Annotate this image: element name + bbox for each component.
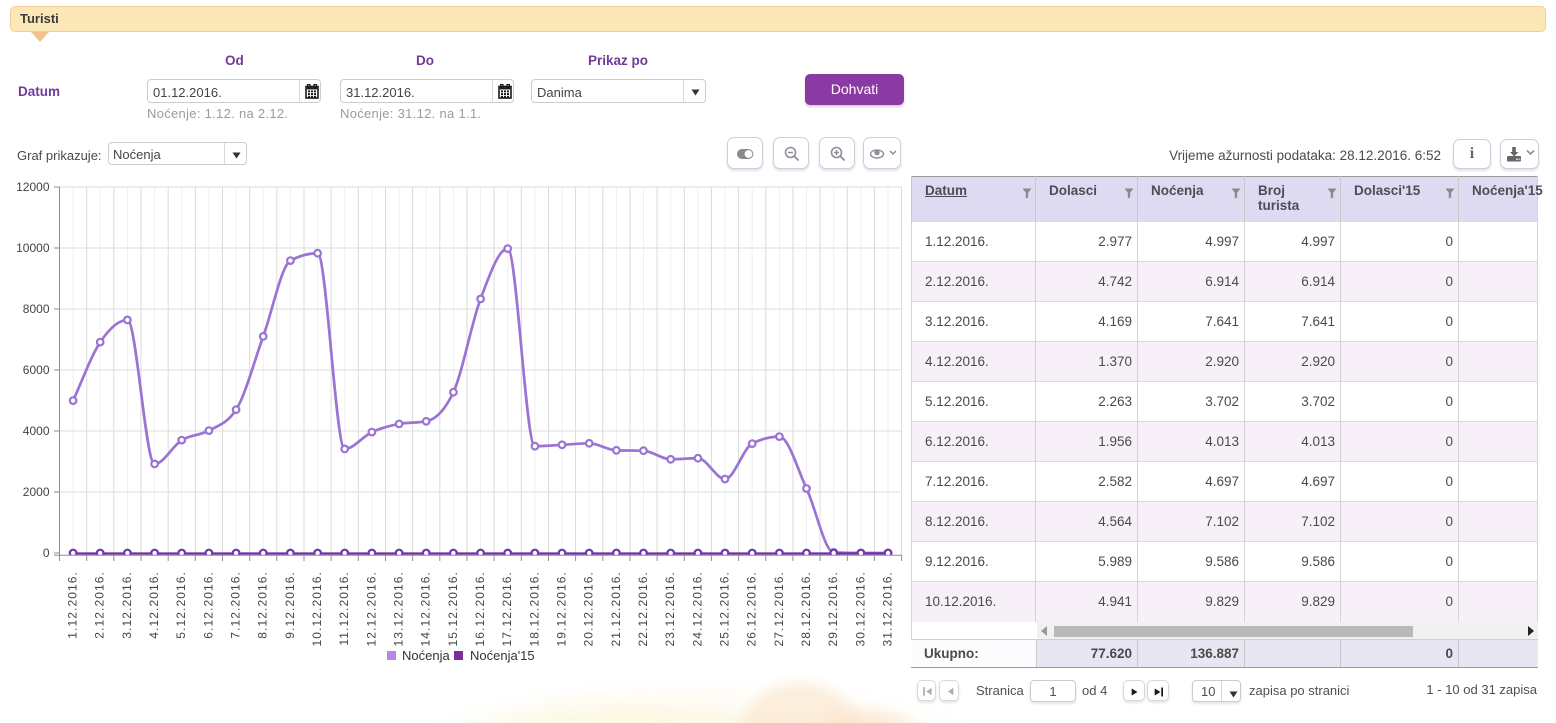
svg-text:28.12.2016.: 28.12.2016. — [799, 571, 813, 647]
svg-text:24.12.2016.: 24.12.2016. — [690, 571, 704, 647]
svg-text:17.12.2016.: 17.12.2016. — [500, 571, 514, 647]
svg-text:31.12.2016.: 31.12.2016. — [881, 571, 895, 647]
svg-text:4.12.2016.: 4.12.2016. — [147, 571, 161, 639]
svg-text:14.12.2016.: 14.12.2016. — [419, 571, 433, 647]
svg-text:7.12.2016.: 7.12.2016. — [229, 571, 243, 639]
svg-text:18.12.2016.: 18.12.2016. — [527, 571, 541, 647]
svg-text:13.12.2016.: 13.12.2016. — [392, 571, 406, 647]
svg-text:23.12.2016.: 23.12.2016. — [663, 571, 677, 647]
svg-text:4000: 4000 — [23, 424, 50, 438]
svg-text:15.12.2016.: 15.12.2016. — [446, 571, 460, 647]
svg-text:26.12.2016.: 26.12.2016. — [745, 571, 759, 647]
svg-text:22.12.2016.: 22.12.2016. — [636, 571, 650, 647]
svg-text:2.12.2016.: 2.12.2016. — [93, 571, 107, 639]
svg-text:20.12.2016.: 20.12.2016. — [582, 571, 596, 647]
svg-text:0: 0 — [43, 546, 50, 560]
svg-text:21.12.2016.: 21.12.2016. — [609, 571, 623, 647]
svg-text:1.12.2016.: 1.12.2016. — [66, 571, 80, 639]
svg-text:9.12.2016.: 9.12.2016. — [283, 571, 297, 639]
svg-text:3.12.2016.: 3.12.2016. — [120, 571, 134, 639]
svg-text:Noćenja'15: Noćenja'15 — [470, 648, 535, 663]
svg-text:12000: 12000 — [16, 180, 50, 194]
svg-text:6000: 6000 — [23, 363, 50, 377]
svg-text:16.12.2016.: 16.12.2016. — [473, 571, 487, 647]
svg-text:6.12.2016.: 6.12.2016. — [201, 571, 215, 639]
svg-text:11.12.2016.: 11.12.2016. — [337, 571, 351, 646]
svg-text:30.12.2016.: 30.12.2016. — [853, 571, 867, 647]
svg-text:8.12.2016.: 8.12.2016. — [256, 571, 270, 639]
svg-text:12.12.2016.: 12.12.2016. — [364, 571, 378, 647]
svg-text:8000: 8000 — [23, 302, 50, 316]
svg-text:5.12.2016.: 5.12.2016. — [174, 571, 188, 639]
svg-text:25.12.2016.: 25.12.2016. — [718, 571, 732, 647]
svg-text:27.12.2016.: 27.12.2016. — [772, 571, 786, 647]
svg-text:19.12.2016.: 19.12.2016. — [555, 571, 569, 647]
svg-text:10000: 10000 — [16, 241, 50, 255]
svg-text:Noćenja: Noćenja — [402, 648, 450, 663]
svg-text:10.12.2016.: 10.12.2016. — [310, 571, 324, 647]
svg-text:2000: 2000 — [23, 485, 50, 499]
svg-text:29.12.2016.: 29.12.2016. — [826, 571, 840, 647]
